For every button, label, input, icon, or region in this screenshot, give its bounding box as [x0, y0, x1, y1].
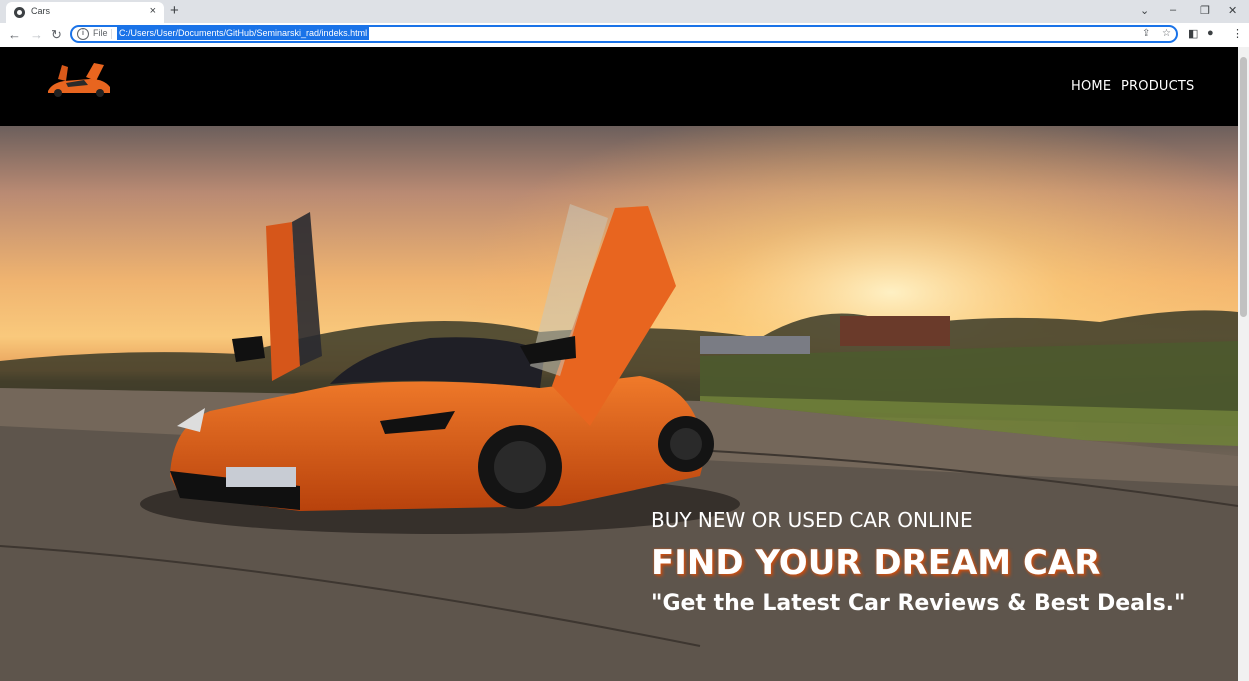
hero-tagline: "Get the Latest Car Reviews & Best Deals…	[651, 591, 1186, 616]
page-scrollbar[interactable]	[1238, 47, 1249, 681]
close-window-icon[interactable]: ✕	[1228, 4, 1237, 17]
hero-banner: BUY NEW OR USED CAR ONLINE FIND YOUR DRE…	[0, 126, 1238, 681]
address-bar[interactable]: i File C:/Users/User/Documents/GitHub/Se…	[70, 25, 1178, 43]
browser-tab[interactable]: Cars ×	[6, 2, 164, 23]
hero-title: FIND YOUR DREAM CAR	[651, 543, 1101, 583]
hero-subtitle: BUY NEW OR USED CAR ONLINE	[651, 508, 973, 532]
tab-title: Cars	[31, 6, 51, 16]
menu-icon[interactable]: ⋮	[1232, 27, 1243, 40]
new-tab-button[interactable]: +	[170, 2, 179, 19]
scrollbar-thumb[interactable]	[1240, 57, 1247, 317]
reload-icon[interactable]: ↻	[51, 27, 62, 43]
side-panel-icon[interactable]: ◧	[1188, 27, 1198, 40]
tab-strip: Cars × + ⌄ – ❐ ✕	[0, 0, 1249, 23]
browser-toolbar: ← → ↻ i File C:/Users/User/Documents/Git…	[0, 23, 1249, 48]
restore-icon[interactable]: ❐	[1200, 4, 1210, 17]
share-icon[interactable]: ⇪	[1142, 28, 1150, 39]
site-header: HOME PRODUCTS	[0, 47, 1238, 126]
web-page: HOME PRODUCTS BUY NEW OR USED CAR ONLINE…	[0, 47, 1238, 681]
back-icon[interactable]: ←	[8, 27, 21, 42]
close-tab-icon[interactable]: ×	[150, 5, 156, 17]
nav-home[interactable]: HOME	[1071, 79, 1111, 94]
profile-icon[interactable]: ●	[1207, 27, 1214, 39]
globe-icon	[14, 7, 25, 18]
nav-products[interactable]: PRODUCTS	[1121, 79, 1195, 94]
bookmark-star-icon[interactable]: ☆	[1162, 28, 1171, 39]
divider	[111, 29, 112, 39]
info-icon[interactable]: i	[77, 28, 89, 40]
forward-icon[interactable]: →	[30, 27, 43, 42]
url-scheme: File	[93, 28, 108, 38]
minimize-icon[interactable]: –	[1170, 4, 1176, 16]
car-logo[interactable]	[44, 59, 114, 99]
chevron-down-icon[interactable]: ⌄	[1140, 4, 1149, 17]
url-text[interactable]: C:/Users/User/Documents/GitHub/Seminarsk…	[117, 27, 370, 40]
